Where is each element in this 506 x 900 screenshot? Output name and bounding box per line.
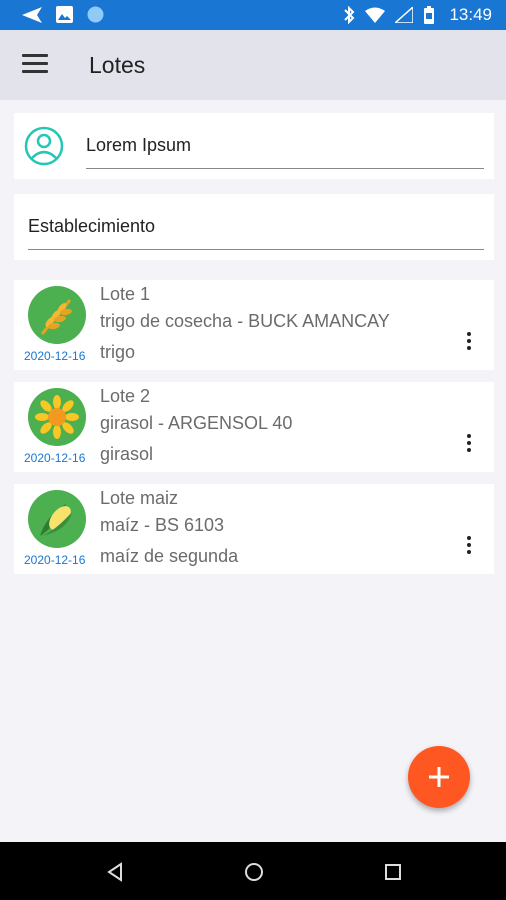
lote-crop-variety: girasol - ARGENSOL 40 xyxy=(100,413,293,433)
clock: 13:49 xyxy=(449,5,492,24)
lote-title: Lote maiz xyxy=(100,488,179,508)
sunflower-icon xyxy=(28,388,86,446)
home-icon[interactable] xyxy=(242,860,266,884)
wheat-icon xyxy=(28,286,86,344)
lote-crop: trigo xyxy=(100,342,136,362)
page-title: Lotes xyxy=(89,52,146,78)
lote-title: Lote 2 xyxy=(100,386,151,406)
lote-date: 2020-12-16 xyxy=(24,349,86,363)
user-name-field[interactable]: Lorem Ipsum xyxy=(86,113,484,169)
status-bar-notifications xyxy=(22,6,104,23)
wifi-icon xyxy=(365,7,386,23)
establecimiento-card: Establecimiento xyxy=(14,194,494,260)
corn-icon xyxy=(28,490,86,548)
image-icon xyxy=(56,6,73,23)
establecimiento-label: Establecimiento xyxy=(28,216,156,236)
lote-crop-variety: maíz - BS 6103 xyxy=(100,515,225,535)
add-lote-button[interactable] xyxy=(408,746,470,808)
bluetooth-icon xyxy=(344,6,355,24)
recents-icon[interactable] xyxy=(381,860,405,884)
lote-crop: girasol xyxy=(100,444,154,464)
system-nav-bar xyxy=(0,842,506,900)
more-options-icon[interactable] xyxy=(464,434,474,456)
user-card: Lorem Ipsum xyxy=(14,113,494,179)
user-name: Lorem Ipsum xyxy=(86,135,192,155)
lote-list-item[interactable]: 2020-12-16 Lote maiz maíz - BS 6103 maíz… xyxy=(14,484,494,574)
lote-list-item[interactable]: 2020-12-16 Lote 2 girasol - ARGENSOL 40 … xyxy=(14,382,494,472)
signal-icon xyxy=(395,7,414,23)
lote-crop: maíz de segunda xyxy=(100,546,239,566)
status-bar-system: 13:49 xyxy=(343,5,492,25)
lote-date: 2020-12-16 xyxy=(24,451,86,465)
plus-icon xyxy=(429,767,449,787)
circle-icon xyxy=(87,6,104,23)
battery-icon xyxy=(424,6,435,24)
back-icon[interactable] xyxy=(103,860,127,884)
hamburger-menu-icon[interactable] xyxy=(22,54,48,76)
app-bar: Lotes xyxy=(0,30,506,100)
more-options-icon[interactable] xyxy=(464,536,474,558)
lote-date: 2020-12-16 xyxy=(24,553,86,567)
account-circle-icon xyxy=(24,126,64,166)
more-options-icon[interactable] xyxy=(464,332,474,354)
establecimiento-field[interactable]: Establecimiento xyxy=(28,194,484,250)
send-icon xyxy=(22,6,42,23)
lote-list-item[interactable]: 2020-12-16 Lote 1 trigo de cosecha - BUC… xyxy=(14,280,494,370)
status-bar: 13:49 xyxy=(0,0,506,30)
lote-title: Lote 1 xyxy=(100,284,151,304)
lote-crop-variety: trigo de cosecha - BUCK AMANCAY xyxy=(100,311,390,331)
